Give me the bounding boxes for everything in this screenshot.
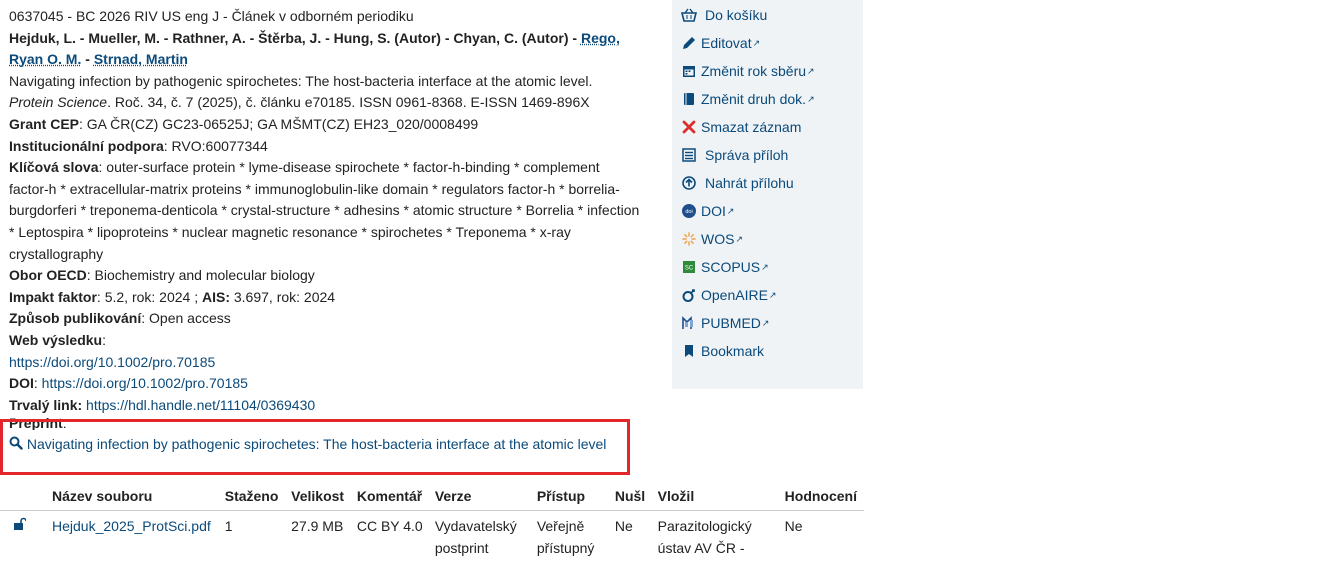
sidebar-item-openaire[interactable]: OpenAIRE↗ bbox=[681, 284, 776, 306]
table-row: Hejduk_2025_ProtSci.pdf 1 27.9 MB CC BY … bbox=[0, 511, 864, 563]
web-result-link[interactable]: https://doi.org/10.1002/pro.70185 bbox=[9, 354, 215, 370]
sidebar-item-bookmark[interactable]: Bookmark bbox=[681, 340, 764, 362]
oecd-line: Obor OECD: Biochemistry and molecular bi… bbox=[9, 265, 641, 287]
grant-line: Grant CEP: GA ČR(CZ) GC23-06525J; GA MŠM… bbox=[9, 114, 641, 136]
column-header-lock bbox=[0, 482, 46, 511]
sidebar-item-upload-attachment[interactable]: Nahrát přílohu bbox=[681, 172, 794, 194]
list-icon bbox=[681, 147, 697, 163]
rating-cell: Ne bbox=[779, 511, 864, 563]
preprint-highlight-box bbox=[0, 419, 630, 475]
sidebar-item-change-year[interactable]: Změnit rok sběru↗ bbox=[681, 60, 815, 82]
column-header-downloads[interactable]: Staženo bbox=[219, 482, 285, 511]
scopus-icon: SC bbox=[681, 259, 697, 275]
external-link-icon: ↗ bbox=[735, 228, 743, 250]
column-header-access[interactable]: Přístup bbox=[531, 482, 609, 511]
sidebar-item-scopus[interactable]: SC SCOPUS↗ bbox=[681, 256, 769, 278]
sidebar-item-doi[interactable]: doi DOI↗ bbox=[681, 200, 734, 222]
wos-icon bbox=[681, 231, 697, 247]
sidebar-item-edit[interactable]: Editovat↗ bbox=[681, 32, 760, 54]
upload-icon bbox=[681, 175, 697, 191]
calendar-icon bbox=[681, 63, 697, 79]
table-header-row: Název souboru Staženo Velikost Komentář … bbox=[0, 482, 864, 511]
unlock-icon bbox=[12, 517, 26, 531]
access-cell: Veřejně přístupný bbox=[531, 511, 609, 563]
svg-text:doi: doi bbox=[685, 209, 692, 215]
keywords-line: Klíčová slova: outer-surface protein * l… bbox=[9, 157, 641, 265]
sidebar-item-change-doc-type[interactable]: Změnit druh dok.↗ bbox=[681, 88, 815, 110]
openaire-icon bbox=[681, 287, 697, 303]
column-header-size[interactable]: Velikost bbox=[285, 482, 351, 511]
book-icon bbox=[681, 91, 697, 107]
sidebar-item-delete[interactable]: Smazat záznam bbox=[681, 116, 801, 138]
journal-line: Protein Science. Roč. 34, č. 7 (2025), č… bbox=[9, 92, 641, 114]
column-header-comment[interactable]: Komentář bbox=[351, 482, 429, 511]
author-link-strnad[interactable]: Strnad, Martin bbox=[94, 51, 188, 67]
column-header-rating[interactable]: Hodnocení bbox=[779, 482, 864, 511]
lock-cell bbox=[0, 511, 46, 563]
version-cell: Vydavatelský postprint bbox=[429, 511, 531, 563]
comment-cell: CC BY 4.0 bbox=[351, 511, 429, 563]
doi-icon: doi bbox=[681, 203, 697, 219]
delete-x-icon bbox=[681, 119, 697, 135]
sidebar-item-wos[interactable]: WOS↗ bbox=[681, 228, 743, 250]
bookmark-icon bbox=[681, 343, 697, 359]
web-link-line: https://doi.org/10.1002/pro.70185 bbox=[9, 352, 641, 374]
doi-link[interactable]: https://doi.org/10.1002/pro.70185 bbox=[42, 375, 248, 391]
record-detail: 0637045 - BC 2026 RIV US eng J - Článek … bbox=[9, 0, 641, 456]
downloads-cell: 1 bbox=[219, 511, 285, 563]
external-link-icon: ↗ bbox=[769, 284, 777, 306]
uploader-cell: Parazitologický ústav AV ČR - bbox=[652, 511, 779, 563]
external-link-icon: ↗ bbox=[807, 88, 815, 110]
column-header-filename[interactable]: Název souboru bbox=[46, 482, 219, 511]
publishing-line: Způsob publikování: Open access bbox=[9, 308, 641, 330]
nusl-cell: Ne bbox=[609, 511, 652, 563]
file-link[interactable]: Hejduk_2025_ProtSci.pdf bbox=[52, 518, 211, 534]
permalink[interactable]: https://hdl.handle.net/11104/0369430 bbox=[86, 397, 315, 413]
doi-line: DOI: https://doi.org/10.1002/pro.70185 bbox=[9, 373, 641, 395]
pubmed-icon bbox=[681, 315, 697, 331]
column-header-version[interactable]: Verze bbox=[429, 482, 531, 511]
web-label-line: Web výsledku: bbox=[9, 330, 641, 352]
impact-line: Impakt faktor: 5.2, rok: 2024 ; AIS: 3.6… bbox=[9, 287, 641, 309]
size-cell: 27.9 MB bbox=[285, 511, 351, 563]
authors: Hejduk, L. - Mueller, M. - Rathner, A. -… bbox=[9, 28, 641, 71]
external-link-icon: ↗ bbox=[807, 60, 815, 82]
sidebar-item-pubmed[interactable]: PUBMED↗ bbox=[681, 312, 769, 334]
column-header-nusl[interactable]: Nušl bbox=[609, 482, 652, 511]
pencil-icon bbox=[681, 35, 697, 51]
basket-icon bbox=[681, 7, 697, 23]
sidebar-item-basket[interactable]: Do košíku bbox=[681, 4, 767, 26]
external-link-icon: ↗ bbox=[753, 32, 761, 54]
record-title: Navigating infection by pathogenic spiro… bbox=[9, 71, 641, 93]
journal-name: Protein Science bbox=[9, 94, 107, 110]
svg-text:SC: SC bbox=[685, 266, 694, 272]
actions-sidebar: Do košíku Editovat↗ Změnit rok sběru↗ Zm… bbox=[672, 0, 863, 389]
external-link-icon: ↗ bbox=[761, 256, 769, 278]
external-link-icon: ↗ bbox=[727, 200, 735, 222]
attachments-table: Název souboru Staženo Velikost Komentář … bbox=[0, 482, 864, 563]
sidebar-item-manage-attachments[interactable]: Správa příloh bbox=[681, 144, 788, 166]
record-header: 0637045 - BC 2026 RIV US eng J - Článek … bbox=[9, 6, 641, 28]
column-header-uploader[interactable]: Vložil bbox=[652, 482, 779, 511]
external-link-icon: ↗ bbox=[762, 312, 770, 334]
permalink-line: Trvalý link: https://hdl.handle.net/1110… bbox=[9, 395, 641, 417]
inst-support-line: Institucionální podpora: RVO:60077344 bbox=[9, 136, 641, 158]
